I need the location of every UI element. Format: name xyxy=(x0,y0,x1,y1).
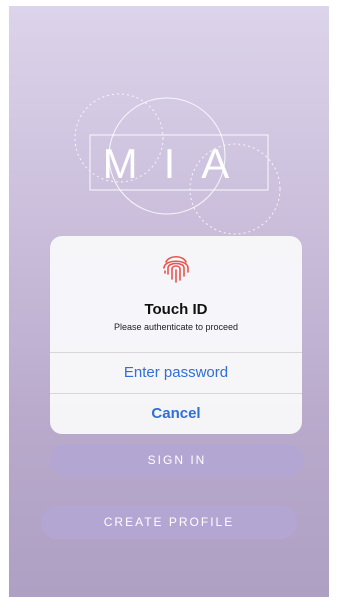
logo-text: MIA xyxy=(103,140,256,187)
enter-password-button[interactable]: Enter password xyxy=(50,352,302,393)
fingerprint-icon xyxy=(163,255,189,283)
dialog-subtitle: Please authenticate to proceed xyxy=(113,322,239,332)
cancel-button[interactable]: Cancel xyxy=(50,393,302,434)
logo-graphic: MIA xyxy=(74,93,281,235)
touch-id-header: Touch ID Please authenticate to proceed xyxy=(50,236,302,352)
login-screen: MIA Touch ID Please authenticate to proc… xyxy=(9,6,329,597)
dialog-title: Touch ID xyxy=(144,301,208,318)
mia-logo: MIA xyxy=(69,86,289,236)
create-profile-button[interactable]: CREATE PROFILE xyxy=(41,506,297,539)
touch-id-dialog: Touch ID Please authenticate to proceed … xyxy=(50,236,302,434)
sign-in-button[interactable]: SIGN IN xyxy=(50,444,304,477)
